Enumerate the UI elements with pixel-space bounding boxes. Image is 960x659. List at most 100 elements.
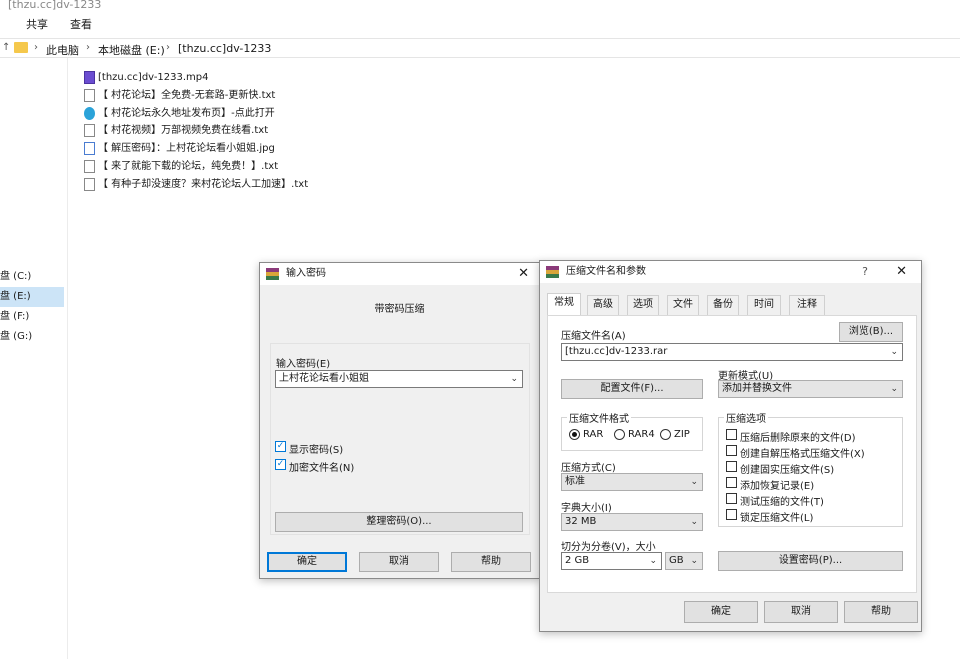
nav-drive-f[interactable]: 盘 (F:) [0, 307, 64, 327]
option-delete-label: 压缩后删除原来的文件(D) [740, 433, 856, 444]
chevron-down-icon[interactable]: ⌄ [890, 344, 898, 360]
password-combo[interactable]: 上村花论坛看小姐姐 ⌄ [275, 370, 523, 388]
cancel-button[interactable]: 取消 [359, 552, 439, 572]
option-checkbox[interactable] [726, 461, 737, 472]
tab-time[interactable]: 时间 [747, 295, 781, 315]
close-icon[interactable]: ✕ [518, 263, 529, 285]
breadcrumb-drive[interactable]: 本地磁盘 (E:) [98, 42, 165, 58]
browse-button[interactable]: 浏览(B)... [839, 322, 903, 342]
chevron-down-icon[interactable]: ⌄ [690, 514, 698, 530]
format-zip-label: ZIP [674, 429, 690, 440]
window-title: [thzu.cc]dv-1233 [8, 0, 102, 11]
format-rar-radio[interactable] [569, 429, 580, 440]
show-password-checkbox[interactable]: ✓ [275, 441, 286, 452]
ok-button[interactable]: 确定 [267, 552, 347, 572]
file-item[interactable]: 【 来了就能下载的论坛，纯免费！】.txt [84, 158, 278, 175]
file-item[interactable]: 【 村花论坛永久地址发布页】-点此打开 [84, 105, 275, 122]
archive-name-combo[interactable]: [thzu.cc]dv-1233.rar ⌄ [561, 343, 903, 361]
address-bar[interactable]: ↑ › 此电脑 › 本地磁盘 (E:) › [thzu.cc]dv-1233 [0, 38, 960, 58]
tab-files[interactable]: 文件 [667, 295, 699, 315]
dialog-titlebar[interactable]: 压缩文件名和参数 ? ✕ [540, 261, 921, 283]
ribbon-tab-view[interactable]: 查看 [70, 16, 92, 32]
file-item[interactable]: [thzu.cc]dv-1233.mp4 [84, 69, 209, 86]
split-unit-value: GB [669, 555, 684, 566]
method-value: 标准 [565, 476, 585, 487]
chevron-right-icon: › [86, 42, 90, 53]
method-select[interactable]: 标准 ⌄ [561, 473, 703, 491]
breadcrumb-folder[interactable]: [thzu.cc]dv-1233 [178, 42, 271, 55]
format-zip-radio[interactable] [660, 429, 671, 440]
option-checkbox[interactable] [726, 477, 737, 488]
file-item[interactable]: 【 村花视频】万部视频免费在线看.txt [84, 122, 268, 139]
dialog-title: 输入密码 [286, 268, 326, 279]
nav-drive-g[interactable]: 盘 (G:) [0, 327, 64, 347]
chevron-down-icon[interactable]: ⌄ [649, 553, 657, 569]
dictionary-value: 32 MB [565, 516, 597, 527]
split-label: 切分为分卷(V)，大小 [561, 542, 656, 553]
dialog-title: 压缩文件名和参数 [566, 266, 646, 277]
format-rar4-label: RAR4 [628, 429, 655, 440]
dictionary-select[interactable]: 32 MB ⌄ [561, 513, 703, 531]
option-checkbox[interactable] [726, 509, 737, 520]
tab-advanced[interactable]: 高级 [587, 295, 619, 315]
tab-options[interactable]: 选项 [627, 295, 659, 315]
password-value: 上村花论坛看小姐姐 [279, 373, 369, 384]
chevron-right-icon: › [166, 42, 170, 53]
chevron-down-icon[interactable]: ⌄ [890, 381, 898, 397]
up-arrow-icon[interactable]: ↑ [2, 42, 10, 53]
show-password-label: 显示密码(S) [289, 445, 344, 456]
tab-strip: 常规 高级 选项 文件 备份 时间 注释 [547, 293, 917, 317]
cancel-button[interactable]: 取消 [764, 601, 838, 623]
text-file-icon [84, 123, 95, 137]
option-solid-label: 创建固实压缩文件(S) [740, 465, 835, 476]
folder-icon [14, 42, 28, 53]
text-file-icon [84, 177, 95, 191]
chevron-down-icon[interactable]: ⌄ [510, 371, 518, 387]
options-label: 压缩选项 [724, 410, 768, 425]
set-password-button[interactable]: 设置密码(P)... [718, 551, 903, 571]
tab-backup[interactable]: 备份 [707, 295, 739, 315]
file-name: 【 村花论坛】全免费-无套路-更新快.txt [98, 90, 276, 101]
encrypt-filenames-checkbox[interactable]: ✓ [275, 459, 286, 470]
help-button[interactable]: 帮助 [451, 552, 531, 572]
chevron-right-icon: › [34, 42, 38, 53]
format-rar4-radio[interactable] [614, 429, 625, 440]
option-checkbox[interactable] [726, 445, 737, 456]
help-button[interactable]: 帮助 [844, 601, 918, 623]
nav-drive-e[interactable]: 盘 (E:) [0, 287, 64, 307]
close-icon[interactable]: ✕ [896, 261, 907, 283]
chevron-down-icon[interactable]: ⌄ [690, 474, 698, 490]
navigation-pane: 盘 (C:) 盘 (E:) 盘 (F:) 盘 (G:) [0, 58, 68, 659]
file-item[interactable]: 【 解压密码】：上村花论坛看小姐姐.jpg [84, 140, 275, 157]
option-checkbox[interactable] [726, 429, 737, 440]
edge-link-icon [84, 106, 95, 120]
file-item[interactable]: 【 有种子却没速度？来村花论坛人工加速】.txt [84, 176, 308, 193]
password-dialog: 输入密码 ✕ 带密码压缩 输入密码(E) 上村花论坛看小姐姐 ⌄ ✓ 显示密码(… [259, 262, 540, 579]
split-unit-select[interactable]: GB ⌄ [665, 552, 703, 570]
split-size-value: 2 GB [565, 555, 590, 566]
option-test-label: 测试压缩的文件(T) [740, 497, 824, 508]
breadcrumb-this-pc[interactable]: 此电脑 [46, 42, 79, 58]
split-size-combo[interactable]: 2 GB ⌄ [561, 552, 662, 570]
update-mode-select[interactable]: 添加并替换文件 ⌄ [718, 380, 903, 398]
format-label: 压缩文件格式 [567, 410, 631, 425]
option-sfx-label: 创建自解压格式压缩文件(X) [740, 449, 865, 460]
video-file-icon [84, 70, 95, 84]
organize-passwords-button[interactable]: 整理密码(O)... [275, 512, 523, 532]
file-item[interactable]: 【 村花论坛】全免费-无套路-更新快.txt [84, 87, 275, 104]
tab-general[interactable]: 常规 [547, 293, 581, 315]
option-checkbox[interactable] [726, 493, 737, 504]
method-label: 压缩方式(C) [561, 463, 616, 474]
file-name: 【 村花论坛永久地址发布页】-点此打开 [98, 108, 275, 119]
file-name: [thzu.cc]dv-1233.mp4 [98, 72, 209, 83]
ribbon-tab-share[interactable]: 共享 [26, 16, 48, 32]
nav-drive-c[interactable]: 盘 (C:) [0, 267, 64, 287]
ok-button[interactable]: 确定 [684, 601, 758, 623]
chevron-down-icon[interactable]: ⌄ [690, 553, 698, 569]
profiles-button[interactable]: 配置文件(F)... [561, 379, 703, 399]
tab-comment[interactable]: 注释 [789, 295, 825, 315]
image-file-icon [84, 141, 95, 155]
dialog-titlebar[interactable]: 输入密码 ✕ [260, 263, 539, 285]
help-icon[interactable]: ? [862, 261, 868, 283]
winrar-icon [266, 268, 279, 280]
